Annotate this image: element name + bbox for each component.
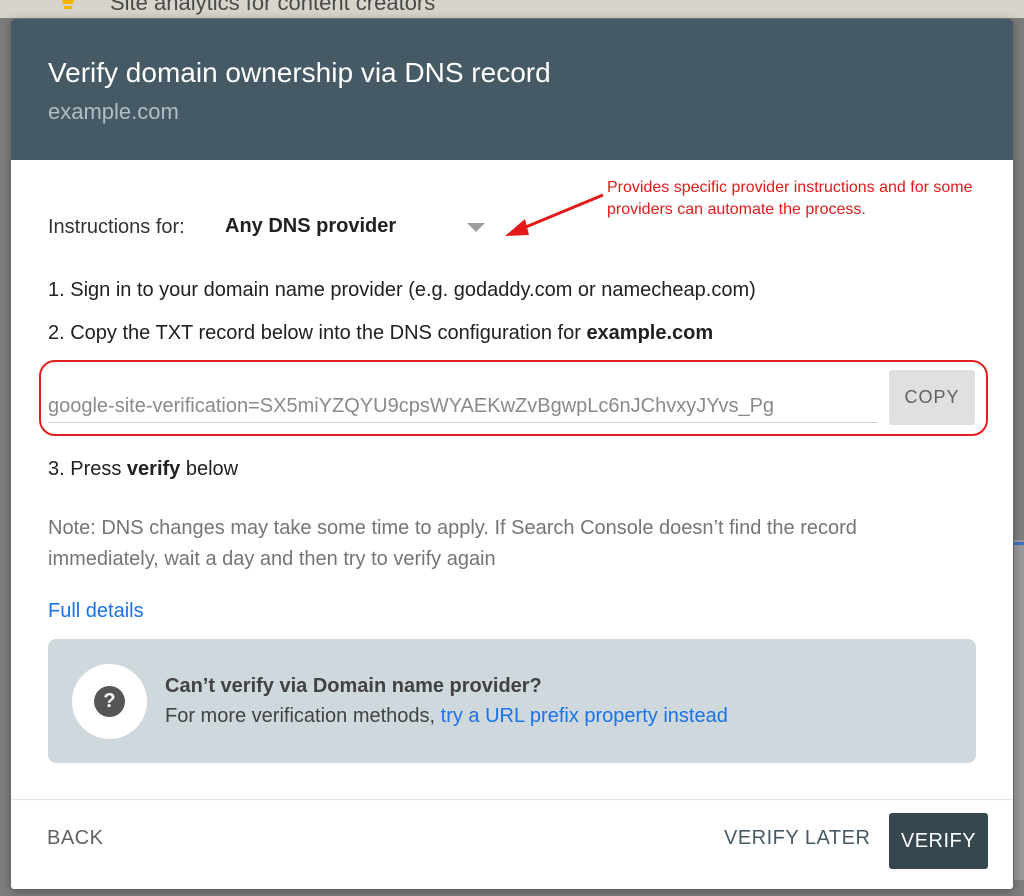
dialog-header: Verify domain ownership via DNS record e… <box>11 19 1013 160</box>
annotation-arrow-icon <box>505 193 604 236</box>
background-page-strip: Site analytics for content creators <box>0 0 1024 18</box>
step-2-text: 2. Copy the TXT record below into the DN… <box>48 322 587 344</box>
step-3: 3. Press verify below <box>48 458 238 481</box>
dns-provider-value: Any DNS provider <box>225 215 397 237</box>
annotation-note: Provides specific provider instructions … <box>607 179 973 218</box>
alt-text-prefix: For more verification methods, <box>165 705 441 727</box>
url-prefix-link[interactable]: try a URL prefix property instead <box>441 705 728 727</box>
help-icon-container: ? <box>72 664 147 739</box>
back-button[interactable]: BACK <box>47 827 103 850</box>
step-2-domain: example.com <box>586 322 714 344</box>
step-3-bold: verify <box>126 458 181 480</box>
dialog-title: Verify domain ownership via DNS record <box>48 57 551 88</box>
footer-divider <box>11 799 1013 800</box>
verify-button[interactable]: VERIFY <box>889 813 988 869</box>
verify-later-button[interactable]: VERIFY LATER <box>724 827 870 850</box>
background-right-panel <box>1014 540 1024 880</box>
step-1: 1. Sign in to your domain name provider … <box>48 279 756 301</box>
background-title: Site analytics for content creators <box>110 0 436 15</box>
alt-title: Can’t verify via Domain name provider? <box>165 675 542 697</box>
alt-text: For more verification methods, try a URL… <box>165 705 728 728</box>
step-3-prefix: 3. Press <box>48 458 127 480</box>
dns-note: Note: DNS changes may take some time to … <box>48 517 857 570</box>
help-icon: ? <box>94 686 125 717</box>
step-3-suffix: below <box>180 458 239 480</box>
dropdown-caret-icon[interactable] <box>467 223 485 232</box>
step-2: 2. Copy the TXT record below into the DN… <box>48 322 713 345</box>
alternative-verification-box: ? Can’t verify via Domain name provider?… <box>48 639 976 763</box>
txt-record-field[interactable]: google-site-verification=SX5miYZQYU9cpsW… <box>48 391 877 423</box>
verify-dns-dialog: Verify domain ownership via DNS record e… <box>11 19 1013 889</box>
copy-button[interactable]: COPY <box>889 370 975 425</box>
dns-provider-select[interactable]: Any DNS provider <box>225 209 505 245</box>
background-right-accent <box>1014 542 1024 545</box>
lightbulb-icon <box>61 0 75 9</box>
instructions-label: Instructions for: <box>48 216 185 238</box>
full-details-link[interactable]: Full details <box>48 600 144 623</box>
dialog-subtitle: example.com <box>48 99 179 124</box>
